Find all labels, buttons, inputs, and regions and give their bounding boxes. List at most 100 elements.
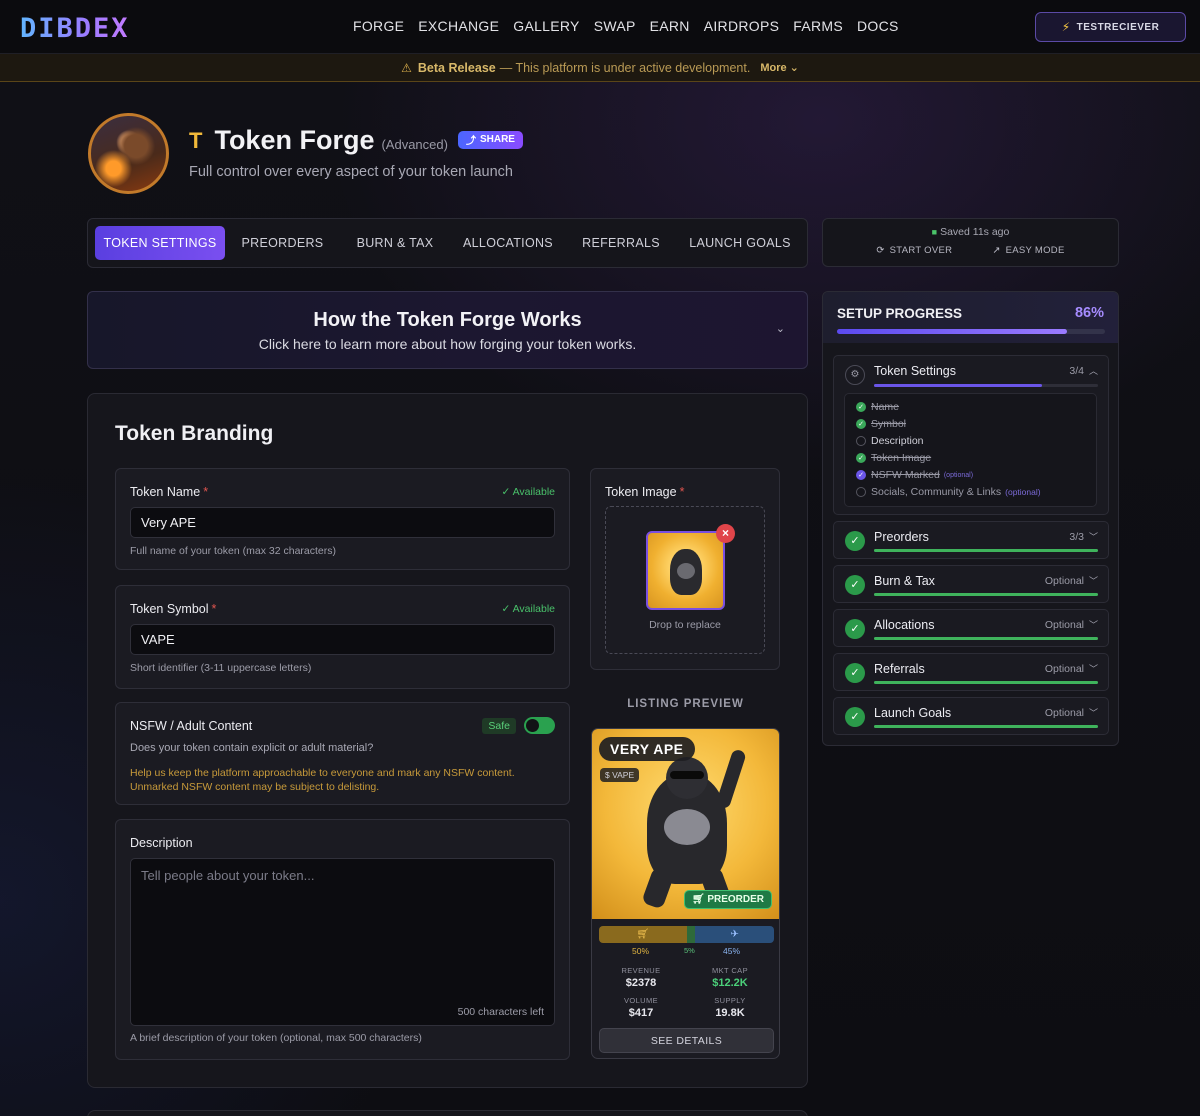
- checklist-item-token-image: ✓ Token Image: [856, 452, 931, 464]
- checklist-item-label: Name: [871, 401, 900, 413]
- beta-banner: ⚠ Beta Release — This platform is under …: [0, 54, 1200, 82]
- token-image-field: Token Image * × Drop to replace: [590, 468, 780, 670]
- nav-link-docs[interactable]: DOCS: [857, 18, 899, 34]
- progress-section-referrals[interactable]: ✓ Referrals Optional ﹀: [833, 653, 1109, 691]
- save-actions: ⟳ START OVER ↗ EASY MODE: [823, 245, 1118, 256]
- forge-avatar: [88, 113, 169, 194]
- progress-section-bar-fill: [874, 549, 1098, 552]
- tab-launch-goals[interactable]: LAUNCH GOALS: [676, 226, 804, 260]
- tab-preorders[interactable]: PREORDERS: [225, 226, 340, 260]
- chevron-up-icon: ︿: [1088, 366, 1098, 376]
- plane-icon: ✈: [730, 929, 739, 940]
- wallet-button[interactable]: ⚡ TESTRECIEVER: [1035, 12, 1186, 42]
- nav-link-exchange[interactable]: EXCHANGE: [418, 18, 499, 34]
- nav-link-earn[interactable]: EARN: [650, 18, 690, 34]
- description-field: Description Tell people about your token…: [115, 819, 570, 1060]
- see-details-button[interactable]: SEE DETAILS: [599, 1028, 774, 1053]
- nsfw-toggle-group: Safe: [482, 717, 555, 734]
- required-marker: *: [679, 485, 685, 499]
- nav-link-gallery[interactable]: GALLERY: [513, 18, 579, 34]
- listing-symbol: $ VAPE: [600, 768, 640, 782]
- progress-section-name: Referrals: [874, 662, 925, 676]
- progress-section-count: Optional: [1044, 619, 1084, 631]
- chevron-down-icon: ⌄: [775, 323, 785, 335]
- how-it-works-accordion[interactable]: How the Token Forge Works Click here to …: [87, 291, 808, 369]
- progress-section-name: Token Settings: [874, 364, 956, 378]
- progress-section-bar: [874, 637, 1098, 640]
- dibdex-logo[interactable]: DIBDEX: [20, 13, 130, 44]
- progress-section-launch-goals[interactable]: ✓ Launch Goals Optional ﹀: [833, 697, 1109, 735]
- arrow-up-right-icon: ↗: [992, 245, 1001, 256]
- check-circle-icon: ✓: [845, 531, 865, 551]
- beta-more-button[interactable]: More ⌄: [760, 61, 799, 74]
- gorilla-chest: [677, 563, 695, 579]
- progress-section-count: Optional: [1044, 707, 1084, 719]
- checklist-item-label: Token Image: [871, 452, 932, 464]
- dropzone-text: Drop to replace: [649, 619, 721, 631]
- description-textarea[interactable]: Tell people about your token... 500 char…: [130, 858, 555, 1026]
- description-label: Description: [130, 836, 193, 850]
- check-circle-icon: ✓: [856, 402, 866, 412]
- image-dropzone[interactable]: × Drop to replace: [605, 506, 765, 654]
- description-hint: A brief description of your token (optio…: [130, 1032, 422, 1044]
- setup-progress-percent: 86%: [1074, 305, 1104, 321]
- save-icon: ■: [931, 227, 938, 237]
- remove-image-icon[interactable]: ×: [716, 524, 735, 543]
- token-image-label-text: Token Image: [605, 485, 677, 499]
- check-icon: ✓: [501, 486, 513, 498]
- nav-links: FORGE EXCHANGE GALLERY SWAP EARN AIRDROP…: [353, 18, 913, 34]
- check-circle-icon: ✓: [845, 707, 865, 727]
- chevron-down-icon: ﹀: [1088, 708, 1098, 718]
- progress-section-token-settings[interactable]: ⚙ Token Settings 3/4 ︿ ✓ Name ✓ Symbol Des…: [833, 355, 1109, 515]
- nav-link-forge[interactable]: FORGE: [353, 18, 404, 34]
- progress-section-burn-tax[interactable]: ✓ Burn & Tax Optional ﹀: [833, 565, 1109, 603]
- progress-section-preorders[interactable]: ✓ Preorders 3/3 ﹀: [833, 521, 1109, 559]
- chevron-down-icon: ⌄: [789, 62, 799, 74]
- progress-section-bar: [874, 725, 1098, 728]
- token-name-label-text: Token Name: [130, 485, 201, 499]
- tab-referrals[interactable]: REFERRALS: [566, 226, 676, 260]
- top-nav: DIBDEX FORGE EXCHANGE GALLERY SWAP EARN …: [0, 0, 1200, 54]
- allocation-segment-preorder: 🛒︎: [599, 926, 687, 943]
- start-over-button[interactable]: ⟳ START OVER: [876, 245, 952, 256]
- description-char-counter: 500 characters left: [457, 1006, 544, 1018]
- token-name-input[interactable]: Very APE: [130, 507, 555, 538]
- tab-allocations[interactable]: ALLOCATIONS: [450, 226, 566, 260]
- allocation-pct-preorder: 50%: [632, 946, 650, 956]
- check-circle-icon: ✓: [845, 663, 865, 683]
- name-availability: ✓ Available: [501, 486, 555, 498]
- mktcap-label: MKT CAP: [711, 966, 748, 975]
- tab-burn-tax[interactable]: BURN & TAX: [340, 226, 450, 260]
- tab-token-settings[interactable]: TOKEN SETTINGS: [95, 226, 225, 260]
- supply-value: 19.8K: [715, 1007, 745, 1019]
- progress-section-name: Preorders: [874, 530, 929, 544]
- nav-link-swap[interactable]: SWAP: [594, 18, 636, 34]
- required-marker: *: [211, 602, 217, 616]
- empty-circle-icon: [856, 436, 866, 446]
- check-circle-icon: ✓: [856, 470, 866, 480]
- progress-section-allocations[interactable]: ✓ Allocations Optional ﹀: [833, 609, 1109, 647]
- setup-progress-title: SETUP PROGRESS: [837, 306, 963, 321]
- easy-mode-button[interactable]: ↗ EASY MODE: [992, 245, 1064, 256]
- chevron-down-icon: ﹀: [1088, 664, 1098, 674]
- progress-section-name: Allocations: [874, 618, 935, 632]
- how-it-works-subtitle: Click here to learn more about how forgi…: [258, 336, 637, 352]
- nsfw-toggle[interactable]: [524, 717, 555, 734]
- nsfw-label: NSFW / Adult Content: [130, 719, 253, 733]
- cart-icon: 🛒︎: [636, 929, 650, 940]
- save-status: ■ Saved 11s ago: [823, 226, 1118, 238]
- cart-icon: 🛒︎: [691, 894, 708, 905]
- revenue-value: $2378: [625, 977, 657, 989]
- token-symbol-input[interactable]: VAPE: [130, 624, 555, 655]
- nav-link-airdrops[interactable]: AIRDROPS: [704, 18, 780, 34]
- nsfw-warning: Help us keep the platform approachable t…: [130, 767, 515, 793]
- listing-name: VERY APE: [599, 737, 695, 761]
- nav-link-farms[interactable]: FARMS: [793, 18, 843, 34]
- token-symbol-label: Token Symbol *: [130, 602, 216, 616]
- share-button[interactable]: ⤴ SHARE: [457, 130, 523, 149]
- checklist-item-description: Description: [856, 435, 924, 447]
- check-icon: ✓: [501, 603, 513, 615]
- token-image-label: Token Image *: [605, 485, 684, 499]
- checklist-item-socials: Socials, Community & Links (optional): [856, 486, 1041, 498]
- nsfw-status-badge: Safe: [482, 717, 516, 734]
